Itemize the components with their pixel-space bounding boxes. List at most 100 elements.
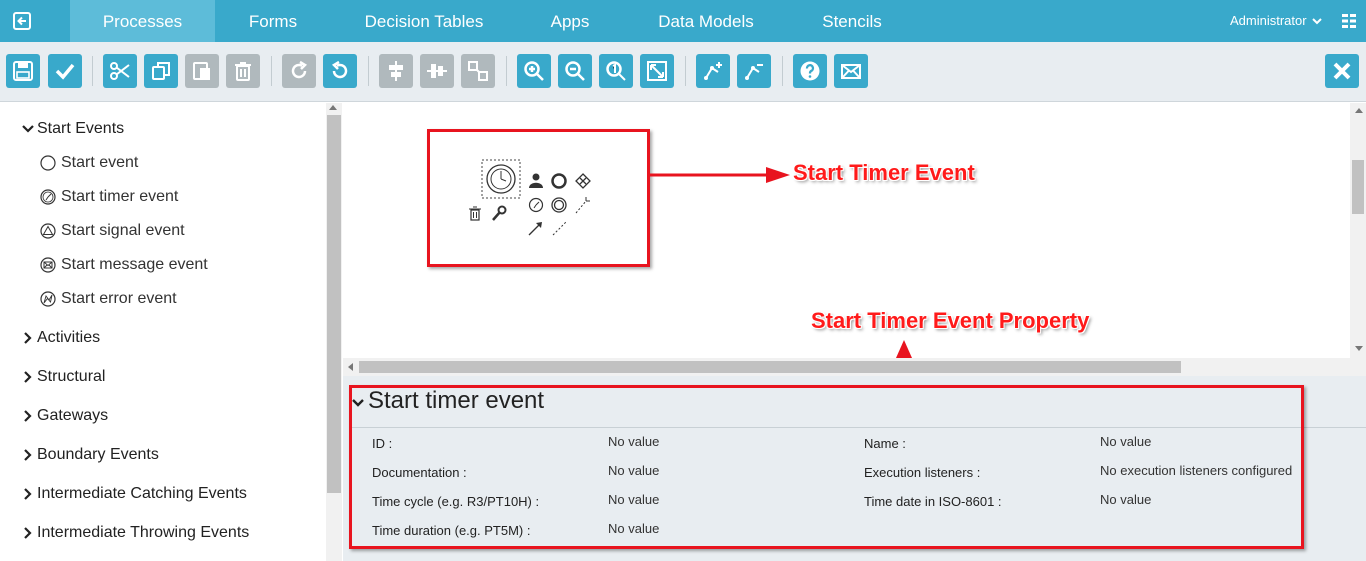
- canvas-vertical-scrollbar[interactable]: [1350, 103, 1366, 358]
- same-size-button[interactable]: [461, 54, 495, 88]
- palette-item-start-message-event[interactable]: Start message event: [40, 256, 208, 274]
- app-grid-icon[interactable]: [1342, 14, 1356, 28]
- tab-apps[interactable]: Apps: [535, 0, 605, 42]
- back-icon: [13, 12, 31, 30]
- scroll-left-arrow-icon[interactable]: [347, 362, 355, 372]
- toolbar-divider: [685, 56, 686, 86]
- top-nav: Processes Forms Decision Tables Apps Dat…: [0, 0, 1366, 49]
- palette-item-label: Start signal event: [61, 222, 185, 239]
- chevron-down-icon: [22, 125, 34, 133]
- validate-button[interactable]: [48, 54, 82, 88]
- editor-toolbar: [0, 42, 1366, 102]
- palette-item-start-event[interactable]: Start event: [40, 154, 138, 172]
- tab-data-models[interactable]: Data Models: [645, 0, 767, 42]
- help-button[interactable]: [793, 54, 827, 88]
- copy-icon: [152, 62, 170, 80]
- chevron-right-icon: [24, 488, 32, 500]
- palette-item-label: Start timer event: [61, 188, 179, 205]
- save-button[interactable]: [6, 54, 40, 88]
- validate-icon: [55, 63, 75, 80]
- zoom-actual-button[interactable]: [599, 54, 633, 88]
- chevron-right-icon: [24, 371, 32, 383]
- scroll-up-arrow-icon[interactable]: [329, 105, 337, 110]
- undo-icon: [331, 60, 348, 79]
- bendpoint-add-button[interactable]: [696, 54, 730, 88]
- delete-button[interactable]: [226, 54, 260, 88]
- error-icon: [40, 291, 56, 307]
- arrow-right-annotation: [650, 167, 790, 183]
- tab-processes[interactable]: Processes: [70, 0, 215, 49]
- editor-app: Processes Forms Decision Tables Apps Dat…: [0, 0, 1366, 561]
- zoom-out-icon: [565, 61, 585, 81]
- palette-item-start-timer-event[interactable]: Start timer event: [40, 188, 178, 206]
- paste-icon: [193, 62, 210, 80]
- close-editor-button[interactable]: [1325, 54, 1359, 88]
- zoom-out-button[interactable]: [558, 54, 592, 88]
- toolbar-divider: [271, 56, 272, 86]
- highlight-box-timer-shape: [427, 129, 650, 267]
- chevron-right-icon: [24, 410, 32, 422]
- palette-item-start-error-event[interactable]: Start error event: [40, 290, 177, 308]
- scroll-down-arrow-icon[interactable]: [1354, 345, 1364, 353]
- chevron-right-icon: [24, 332, 32, 344]
- scroll-up-arrow-icon[interactable]: [1354, 106, 1364, 114]
- same-size-icon: [468, 61, 488, 81]
- start-event-icon: [40, 155, 56, 171]
- bendpoint-add-icon: [704, 62, 722, 80]
- redo-button[interactable]: [282, 54, 316, 88]
- palette-group-label: Intermediate Catching Events: [37, 485, 247, 502]
- undo-button[interactable]: [323, 54, 357, 88]
- tab-decision-tables[interactable]: Decision Tables: [352, 0, 496, 42]
- bendpoint-remove-icon: [745, 64, 763, 80]
- email-icon: [841, 64, 861, 79]
- palette-group-gateways[interactable]: Gateways: [22, 407, 108, 425]
- back-to-list-button[interactable]: [0, 0, 44, 42]
- toolbar-divider: [506, 56, 507, 86]
- timer-icon: [40, 189, 56, 205]
- user-name: Administrator: [1230, 13, 1307, 28]
- user-menu[interactable]: Administrator: [1230, 0, 1322, 42]
- timer-event-callout: Start Timer Event: [793, 160, 975, 185]
- align-vertical-icon: [427, 64, 447, 78]
- chevron-right-icon: [24, 527, 32, 539]
- zoom-actual-icon: [606, 61, 626, 81]
- zoom-fit-button[interactable]: [640, 54, 674, 88]
- close-icon: [1333, 62, 1351, 80]
- cut-button[interactable]: [103, 54, 137, 88]
- palette-group-intermediate-catching-events[interactable]: Intermediate Catching Events: [22, 485, 247, 503]
- canvas-horizontal-scrollbar-thumb[interactable]: [359, 361, 1181, 373]
- stencil-palette: Start Events Start event Start timer eve…: [0, 103, 342, 561]
- message-icon: [40, 257, 56, 273]
- palette-item-start-signal-event[interactable]: Start signal event: [40, 222, 185, 240]
- zoom-in-button[interactable]: [517, 54, 551, 88]
- toolbar-divider: [92, 56, 93, 86]
- palette-group-structural[interactable]: Structural: [22, 368, 105, 386]
- tab-stencils[interactable]: Stencils: [808, 0, 896, 42]
- palette-group-intermediate-throwing-events[interactable]: Intermediate Throwing Events: [22, 524, 249, 542]
- save-icon: [13, 61, 33, 81]
- palette-group-boundary-events[interactable]: Boundary Events: [22, 446, 159, 464]
- toolbar-divider: [782, 56, 783, 86]
- property-callout: Start Timer Event Property: [811, 308, 1090, 333]
- align-horizontal-icon: [389, 61, 403, 81]
- align-vertical-button[interactable]: [420, 54, 454, 88]
- paste-button[interactable]: [185, 54, 219, 88]
- highlight-box-properties: [349, 385, 1304, 549]
- bendpoint-remove-button[interactable]: [737, 54, 771, 88]
- tab-forms[interactable]: Forms: [230, 0, 316, 42]
- palette-item-label: Start message event: [61, 256, 208, 273]
- redo-icon: [291, 60, 308, 79]
- align-horizontal-button[interactable]: [379, 54, 413, 88]
- zoom-fit-icon: [647, 61, 667, 81]
- palette-group-label: Activities: [37, 329, 101, 346]
- palette-group-start-events[interactable]: Start Events: [22, 120, 124, 138]
- palette-item-label: Start error event: [61, 290, 177, 307]
- palette-group-activities[interactable]: Activities: [22, 329, 100, 347]
- chevron-down-icon: [1312, 18, 1322, 25]
- copy-button[interactable]: [144, 54, 178, 88]
- canvas-vertical-scrollbar-thumb[interactable]: [1352, 160, 1364, 214]
- palette-group-label: Structural: [37, 368, 106, 385]
- palette-scrollbar-thumb[interactable]: [327, 115, 341, 493]
- palette-group-label: Gateways: [37, 407, 109, 424]
- email-button[interactable]: [834, 54, 868, 88]
